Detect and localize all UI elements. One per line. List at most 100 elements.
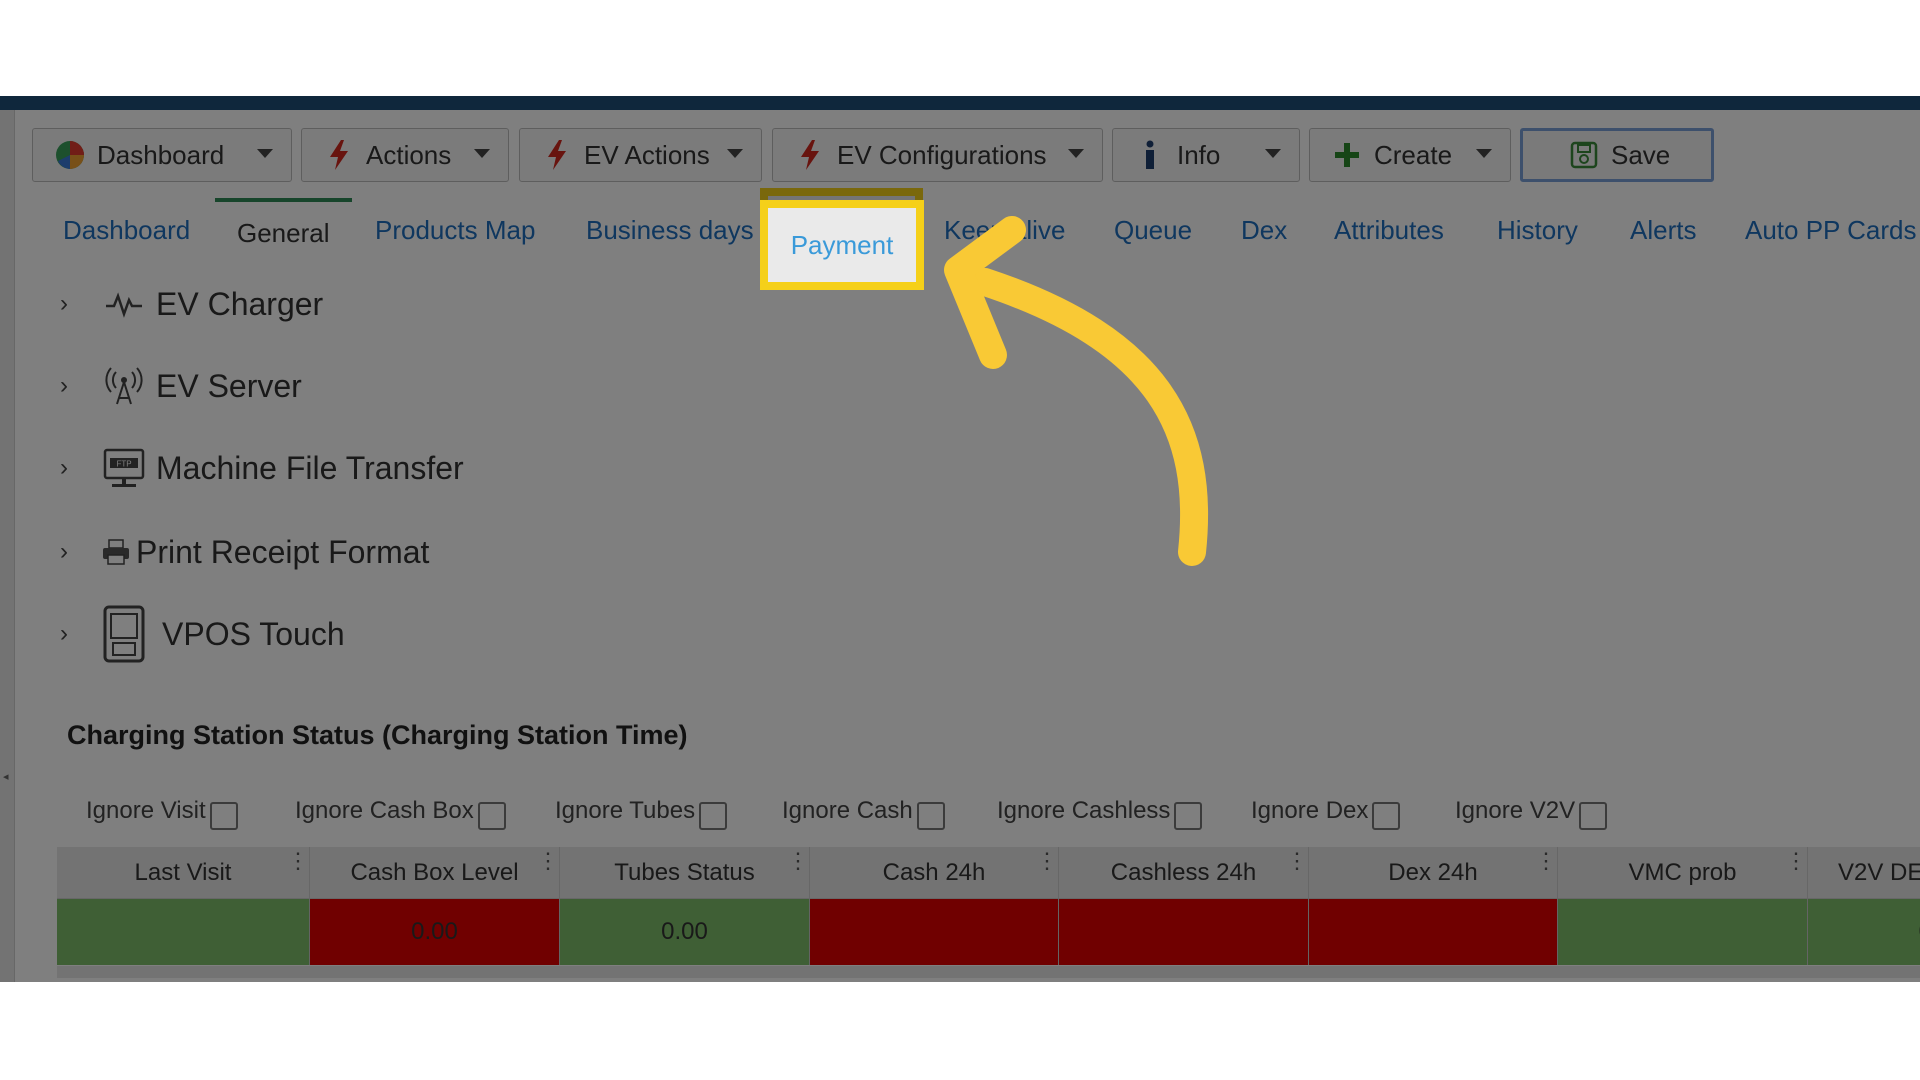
lightning-icon — [322, 138, 356, 172]
tab-keep-alive[interactable]: Keep alive — [944, 202, 1065, 258]
ev-actions-label: EV Actions — [584, 139, 710, 170]
ignore-tubes-checkbox[interactable] — [699, 802, 728, 830]
tab-general[interactable]: General — [215, 198, 352, 260]
ignore-v2v-label: Ignore V2V — [1455, 797, 1576, 824]
ignore-visit-label: Ignore Visit — [86, 797, 206, 824]
column-menu-icon[interactable]: ⋮ — [287, 850, 309, 872]
ignore-cash-checkbox[interactable] — [916, 802, 945, 830]
ignore-tubes-option[interactable]: Ignore Tubes — [555, 792, 728, 830]
ev-actions-dropdown-button[interactable]: EV Actions — [519, 128, 762, 182]
tree-item-ev-charger[interactable]: › EV Charger — [32, 276, 323, 332]
tab-dashboard[interactable]: Dashboard — [63, 202, 190, 258]
ignore-cash-box-option[interactable]: Ignore Cash Box — [295, 792, 506, 830]
column-header-cash-24h[interactable]: Cash 24h ⋮ — [810, 847, 1059, 899]
cell-dex-24h — [1309, 899, 1558, 965]
tab-products-map[interactable]: Products Map — [375, 202, 535, 258]
actions-label: Actions — [366, 139, 452, 170]
ignore-visit-checkbox[interactable] — [209, 802, 238, 830]
cell-v2v-de: 0 — [1808, 899, 1920, 965]
ignore-v2v-option[interactable]: Ignore V2V — [1455, 792, 1608, 830]
grid-scrollbar[interactable] — [57, 966, 1920, 978]
tree-item-machine-file-transfer[interactable]: › FTP Machine File Transfer — [32, 440, 464, 496]
column-header-label: VMC prob — [1628, 858, 1737, 886]
column-menu-icon[interactable]: ⋮ — [1785, 850, 1807, 872]
info-dropdown-button[interactable]: Info — [1112, 128, 1300, 182]
actions-dropdown-button[interactable]: Actions — [301, 128, 509, 182]
collapse-left-icon[interactable]: ◂ — [3, 770, 9, 783]
tree-item-vpos-touch[interactable]: › VPOS Touch — [32, 604, 345, 664]
printer-icon — [100, 528, 132, 576]
column-header-tubes-status[interactable]: Tubes Status ⋮ — [560, 847, 810, 899]
tab-business-days[interactable]: Business days — [586, 202, 754, 258]
info-icon — [1133, 138, 1167, 172]
ignore-dex-label: Ignore Dex — [1251, 797, 1369, 824]
ignore-dex-option[interactable]: Ignore Dex — [1251, 792, 1401, 830]
chevron-right-icon[interactable]: › — [32, 290, 100, 318]
chevron-down-icon — [257, 149, 273, 158]
ignore-visit-option[interactable]: Ignore Visit — [86, 792, 238, 830]
ignore-cash-box-checkbox[interactable] — [477, 802, 506, 830]
cell-cash-box-level: 0.00 — [310, 899, 560, 965]
chevron-right-icon[interactable]: › — [32, 454, 100, 482]
dashboard-dropdown-button[interactable]: Dashboard — [32, 128, 292, 182]
tab-alerts[interactable]: Alerts — [1630, 202, 1696, 258]
column-menu-icon[interactable]: ⋮ — [1286, 850, 1308, 872]
ignore-cash-box-label: Ignore Cash Box — [295, 797, 474, 824]
save-label: Save — [1611, 139, 1671, 170]
ignore-dex-checkbox[interactable] — [1372, 802, 1401, 830]
save-button[interactable]: Save — [1520, 128, 1714, 182]
chevron-down-icon — [1476, 149, 1492, 158]
tab-queue[interactable]: Queue — [1114, 202, 1192, 258]
cell-tubes-status: 0.00 — [560, 899, 810, 965]
chevron-right-icon[interactable]: › — [32, 538, 100, 566]
main-content: Dashboard Actions EV Actions EV Configur… — [32, 110, 1920, 982]
column-header-cash-box-level[interactable]: Cash Box Level ⋮ — [310, 847, 560, 899]
ignore-v2v-checkbox[interactable] — [1579, 802, 1608, 830]
create-label: Create — [1374, 139, 1453, 170]
sidebar-collapse-strip[interactable]: ◂ — [0, 110, 15, 982]
tab-auto-pp-cards[interactable]: Auto PP Cards — [1745, 202, 1917, 258]
column-menu-icon[interactable]: ⋮ — [787, 850, 809, 872]
column-menu-icon[interactable]: ⋮ — [1036, 850, 1058, 872]
tree-item-label: Machine File Transfer — [156, 449, 464, 486]
tree-item-label: EV Server — [156, 367, 302, 404]
antenna-icon — [100, 362, 148, 410]
ignore-cashless-checkbox[interactable] — [1174, 802, 1203, 830]
column-header-last-visit[interactable]: Last Visit ⋮ — [57, 847, 310, 899]
column-header-v2v-de[interactable]: V2V DE — [1808, 847, 1920, 899]
chevron-right-icon[interactable]: › — [32, 372, 100, 400]
ev-configurations-dropdown-button[interactable]: EV Configurations — [772, 128, 1103, 182]
tree-item-ev-server[interactable]: › EV Server — [32, 358, 302, 414]
terminal-icon — [100, 604, 148, 664]
ignore-options-row: Ignore Visit Ignore Cash Box Ignore Tube… — [82, 792, 1920, 832]
create-dropdown-button[interactable]: Create — [1309, 128, 1511, 182]
column-header-cashless-24h[interactable]: Cashless 24h ⋮ — [1059, 847, 1309, 899]
highlighted-tab-payment[interactable]: Payment — [760, 200, 924, 290]
cell-vmc-prob — [1558, 899, 1808, 965]
pulse-icon — [100, 280, 148, 328]
tab-attributes[interactable]: Attributes — [1334, 202, 1444, 258]
cell-cash-24h — [810, 899, 1059, 965]
section-title: Charging Station Status (Charging Statio… — [67, 720, 688, 750]
ignore-cashless-option[interactable]: Ignore Cashless — [997, 792, 1203, 830]
column-menu-icon[interactable]: ⋮ — [537, 850, 559, 872]
lightning-icon — [540, 138, 574, 172]
top-bar — [0, 96, 1920, 110]
tree-item-label: EV Charger — [156, 285, 324, 322]
column-header-label: Cash 24h — [882, 858, 986, 886]
column-header-vmc-prob[interactable]: VMC prob ⋮ — [1558, 847, 1808, 899]
column-header-label: Cash Box Level — [350, 858, 519, 886]
tab-history[interactable]: History — [1497, 202, 1578, 258]
info-label: Info — [1177, 139, 1221, 170]
column-header-label: Tubes Status — [614, 858, 755, 886]
tree-item-print-receipt-format[interactable]: › Print Receipt Format — [32, 524, 429, 580]
column-header-dex-24h[interactable]: Dex 24h ⋮ — [1309, 847, 1558, 899]
ignore-cash-option[interactable]: Ignore Cash — [782, 792, 945, 830]
pie-chart-icon — [53, 138, 87, 172]
column-menu-icon[interactable]: ⋮ — [1535, 850, 1557, 872]
chevron-right-icon[interactable]: › — [32, 620, 100, 648]
tab-dex[interactable]: Dex — [1241, 202, 1287, 258]
lightning-icon — [793, 138, 827, 172]
tree-item-label: Print Receipt Format — [136, 533, 430, 570]
ignore-cashless-label: Ignore Cashless — [997, 797, 1171, 824]
